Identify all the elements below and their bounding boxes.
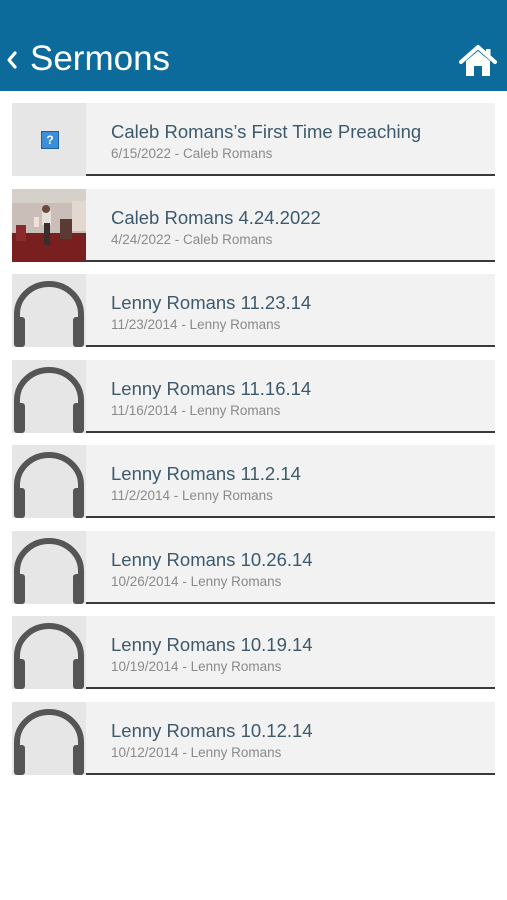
sermon-thumbnail xyxy=(12,530,86,604)
home-icon xyxy=(459,45,497,76)
sermon-thumbnail: ? xyxy=(12,103,86,176)
back-button[interactable] xyxy=(0,30,28,90)
sermon-meta: 10/19/2014 - Lenny Romans xyxy=(111,659,282,674)
sermon-title: Lenny Romans 10.26.14 xyxy=(111,548,313,570)
sermon-title: Lenny Romans 11.23.14 xyxy=(111,292,312,313)
sermon-meta: 11/23/2014 - Lenny Romans xyxy=(111,317,281,332)
sermon-meta: 11/2/2014 - Lenny Romans xyxy=(111,488,273,503)
sermon-thumbnail xyxy=(12,701,86,775)
sermon-title: Lenny Romans 11.16.14 xyxy=(111,377,312,399)
sermon-meta: 4/24/2022 - Caleb Romans xyxy=(111,231,273,247)
sermon-thumbnail xyxy=(12,616,86,689)
sermon-meta: 10/12/2014 - Lenny Romans xyxy=(111,744,282,760)
sermon-thumbnail xyxy=(12,359,86,433)
sermon-row[interactable]: Lenny Romans 11.2.14 11/2/2014 - Lenny R… xyxy=(12,445,495,518)
headphones-icon xyxy=(14,452,84,518)
sermon-title: Lenny Romans 10.12.14 xyxy=(111,719,313,741)
sermon-list: ? Caleb Romans’s First Time Preaching 6/… xyxy=(12,103,495,787)
sermon-row[interactable]: Lenny Romans 11.16.14 11/16/2014 - Lenny… xyxy=(12,359,495,433)
sermon-photo xyxy=(12,188,86,262)
sermon-row[interactable]: ? Caleb Romans’s First Time Preaching 6/… xyxy=(12,103,495,176)
headphones-icon xyxy=(14,708,84,775)
sermon-meta: 6/15/2022 - Caleb Romans xyxy=(111,146,273,161)
sermon-thumbnail xyxy=(12,188,86,262)
sermon-title: Caleb Romans 4.24.2022 xyxy=(111,206,321,228)
chevron-left-icon xyxy=(7,51,17,69)
sermon-meta: 10/26/2014 - Lenny Romans xyxy=(111,573,282,589)
home-button[interactable] xyxy=(458,44,498,78)
sermon-thumbnail xyxy=(12,445,86,518)
headphones-icon xyxy=(14,537,84,604)
sermon-title: Lenny Romans 10.19.14 xyxy=(111,634,313,655)
sermon-row[interactable]: Lenny Romans 11.23.14 11/23/2014 - Lenny… xyxy=(12,274,495,347)
sermon-thumbnail xyxy=(12,274,86,347)
sermon-title: Caleb Romans’s First Time Preaching xyxy=(111,121,422,142)
sermon-row[interactable]: Caleb Romans 4.24.2022 4/24/2022 - Caleb… xyxy=(12,188,495,262)
sermon-row[interactable]: Lenny Romans 10.26.14 10/26/2014 - Lenny… xyxy=(12,530,495,604)
top-bar: Sermons xyxy=(0,0,507,91)
headphones-icon xyxy=(14,623,84,689)
headphones-icon xyxy=(14,281,84,347)
missing-image-icon: ? xyxy=(41,131,59,149)
sermon-row[interactable]: Lenny Romans 10.19.14 10/19/2014 - Lenny… xyxy=(12,616,495,689)
sermon-row[interactable]: Lenny Romans 10.12.14 10/12/2014 - Lenny… xyxy=(12,701,495,775)
sermon-title: Lenny Romans 11.2.14 xyxy=(111,463,301,484)
sermons-screen: Sermons ? Caleb Romans’s First Time Prea… xyxy=(0,0,507,900)
sermon-meta: 11/16/2014 - Lenny Romans xyxy=(111,402,281,418)
headphones-icon xyxy=(14,366,84,433)
page-title: Sermons xyxy=(30,39,171,78)
